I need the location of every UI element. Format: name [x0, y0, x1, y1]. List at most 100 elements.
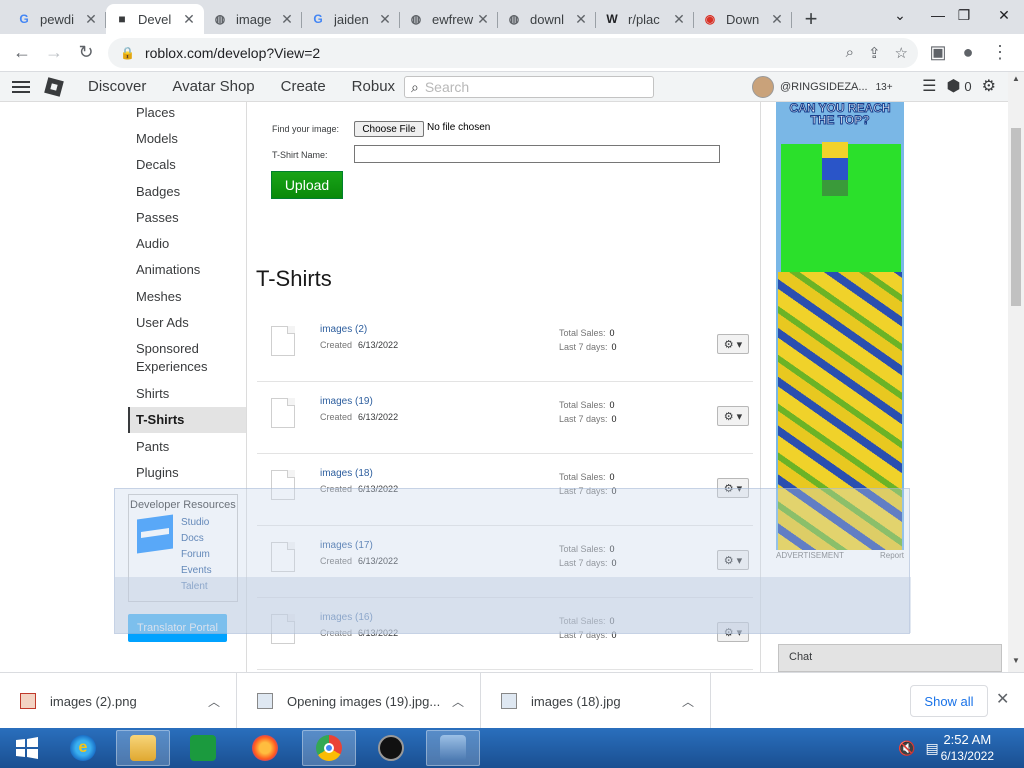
forward-icon[interactable]: →	[38, 37, 70, 69]
restore-icon[interactable]: ❐	[942, 0, 986, 30]
sidebar-item-decals[interactable]: Decals	[128, 156, 246, 174]
tab-close-icon[interactable]: ✕	[84, 11, 98, 28]
scroll-up-icon[interactable]: ▲	[1012, 74, 1020, 83]
sidebar-item-places[interactable]: Places	[128, 104, 246, 122]
back-icon[interactable]: ←	[6, 37, 38, 69]
item-settings-button[interactable]: ⚙ ▾	[717, 550, 749, 570]
sidebar-item-plugins[interactable]: Plugins	[128, 464, 246, 482]
sidebar-item-passes[interactable]: Passes	[128, 209, 246, 227]
tab-close-icon[interactable]: ✕	[770, 11, 784, 28]
item-settings-button[interactable]: ⚙ ▾	[717, 406, 749, 426]
omnibox[interactable]: 🔒 roblox.com/develop?View=2 ⌕ ⇪ ☆	[108, 38, 918, 68]
scroll-down-icon[interactable]: ▼	[1012, 656, 1020, 665]
sidebar-item-models[interactable]: Models	[128, 130, 246, 148]
share-icon[interactable]: ⇪	[868, 44, 881, 62]
search-input[interactable]: ⌕ Search	[404, 76, 654, 98]
tshirt-name-link[interactable]: images (18)	[320, 468, 373, 479]
bookmark-star-icon[interactable]: ☆	[895, 44, 908, 62]
link-talent[interactable]: Talent	[181, 581, 208, 592]
link-forum[interactable]: Forum	[181, 549, 210, 560]
sidebar-item-meshes[interactable]: Meshes	[128, 288, 246, 306]
system-clock[interactable]: 2:52 AM 6/13/2022	[941, 732, 994, 764]
browser-tab[interactable]: ◍ image ✕	[204, 4, 302, 34]
nav-avatar-shop[interactable]: Avatar Shop	[172, 78, 254, 95]
chevron-up-icon[interactable]: ︿	[452, 693, 464, 710]
browser-tab[interactable]: ■ Devel ✕	[106, 4, 204, 34]
advertisement-banner[interactable]: CAN YOU REACH THE TOP?	[776, 102, 904, 550]
settings-gear-icon[interactable]: ⚙	[982, 76, 996, 96]
download-item[interactable]: images (2).png ︿	[0, 673, 237, 729]
chevron-up-icon[interactable]: ︿	[682, 693, 694, 710]
close-downloads-icon[interactable]: ✕	[996, 689, 1009, 709]
new-tab-button[interactable]: +	[796, 4, 826, 34]
tab-close-icon[interactable]: ✕	[574, 11, 588, 28]
chat-bar[interactable]: Chat	[778, 644, 1002, 672]
tshirt-name-input[interactable]	[354, 145, 720, 163]
tab-close-icon[interactable]: ✕	[378, 11, 392, 28]
profile-icon[interactable]: ●	[952, 37, 984, 69]
item-settings-button[interactable]: ⚙ ▾	[717, 334, 749, 354]
sidebar-item-pants[interactable]: Pants	[128, 438, 246, 456]
page-scrollbar[interactable]: ▲ ▼	[1008, 72, 1024, 672]
link-events[interactable]: Events	[181, 565, 212, 576]
nav-create[interactable]: Create	[281, 78, 326, 95]
roblox-logo-icon[interactable]	[44, 76, 64, 97]
browser-tab[interactable]: ◍ ewfrew ✕	[400, 4, 498, 34]
ad-report-link[interactable]: Report	[880, 551, 904, 560]
nav-robux[interactable]: Robux	[352, 78, 395, 95]
window-taskbar-icon[interactable]	[426, 730, 480, 766]
menu-kebab-icon[interactable]: ⋮	[984, 37, 1016, 69]
tab-close-icon[interactable]: ✕	[280, 11, 294, 28]
notifications-list-icon[interactable]: ☰	[922, 76, 936, 96]
tab-close-icon[interactable]: ✕	[182, 11, 196, 28]
nav-discover[interactable]: Discover	[88, 78, 146, 95]
link-studio[interactable]: Studio	[181, 517, 209, 528]
upload-button[interactable]: Upload	[271, 171, 343, 199]
tshirt-name-link[interactable]: images (2)	[320, 324, 367, 335]
sidebar-item-user-ads[interactable]: User Ads	[128, 314, 246, 332]
browser-tab[interactable]: ◉ Down ✕	[694, 4, 792, 34]
item-settings-button[interactable]: ⚙ ▾	[717, 622, 749, 642]
app-taskbar-icon[interactable]	[364, 730, 418, 766]
network-icon[interactable]: ▤	[925, 740, 938, 757]
username[interactable]: @RINGSIDEZA...	[780, 81, 868, 93]
translator-portal-button[interactable]: Translator Portal	[128, 614, 227, 642]
volume-muted-icon[interactable]: 🔇	[898, 740, 915, 757]
user-info[interactable]: @RINGSIDEZA... 13+	[752, 76, 893, 98]
close-window-icon[interactable]: ✕	[982, 0, 1024, 30]
chrome-taskbar-icon[interactable]	[302, 730, 356, 766]
tshirt-name-link[interactable]: images (17)	[320, 540, 373, 551]
chevron-up-icon[interactable]: ︿	[208, 693, 220, 710]
url-text[interactable]: roblox.com/develop?View=2	[145, 45, 320, 61]
tshirt-name-link[interactable]: images (19)	[320, 396, 373, 407]
show-all-button[interactable]: Show all	[910, 685, 988, 717]
side-panel-icon[interactable]: ▣	[922, 37, 954, 69]
link-docs[interactable]: Docs	[181, 533, 204, 544]
sidebar-item-audio[interactable]: Audio	[128, 235, 246, 253]
reload-icon[interactable]: ↻	[70, 37, 102, 69]
browser-tab[interactable]: Gjaiden ✕	[302, 4, 400, 34]
item-settings-button[interactable]: ⚙ ▾	[717, 478, 749, 498]
tab-close-icon[interactable]: ✕	[476, 11, 490, 28]
sidebar-item-sponsored-experiences[interactable]: Sponsored Experiences	[128, 340, 246, 376]
browser-tab[interactable]: ◍ downl ✕	[498, 4, 596, 34]
robux-icon[interactable]: ⬢	[946, 76, 960, 96]
download-item[interactable]: images (18).jpg ︿	[481, 673, 711, 729]
browser-tab[interactable]: Gpewdi ✕	[8, 4, 106, 34]
internet-explorer-taskbar-icon[interactable]: e	[56, 730, 110, 766]
sidebar-item-shirts[interactable]: Shirts	[128, 385, 246, 403]
avatar[interactable]	[752, 76, 774, 98]
sidebar-item-t-shirts[interactable]: T-Shirts	[128, 407, 246, 433]
browser-tab[interactable]: Wr/plac ✕	[596, 4, 694, 34]
sidebar-item-animations[interactable]: Animations	[128, 261, 246, 279]
tab-close-icon[interactable]: ✕	[672, 11, 686, 28]
download-item[interactable]: Opening images (19).jpg... ︿	[237, 673, 481, 729]
scroll-thumb[interactable]	[1011, 128, 1021, 306]
file-explorer-taskbar-icon[interactable]	[116, 730, 170, 766]
choose-file-button[interactable]: Choose File	[354, 121, 424, 137]
store-taskbar-icon[interactable]	[176, 730, 230, 766]
tshirt-name-link[interactable]: images (16)	[320, 612, 373, 623]
firefox-taskbar-icon[interactable]	[238, 730, 292, 766]
hamburger-menu-icon[interactable]	[12, 78, 30, 96]
start-button[interactable]	[0, 730, 54, 766]
